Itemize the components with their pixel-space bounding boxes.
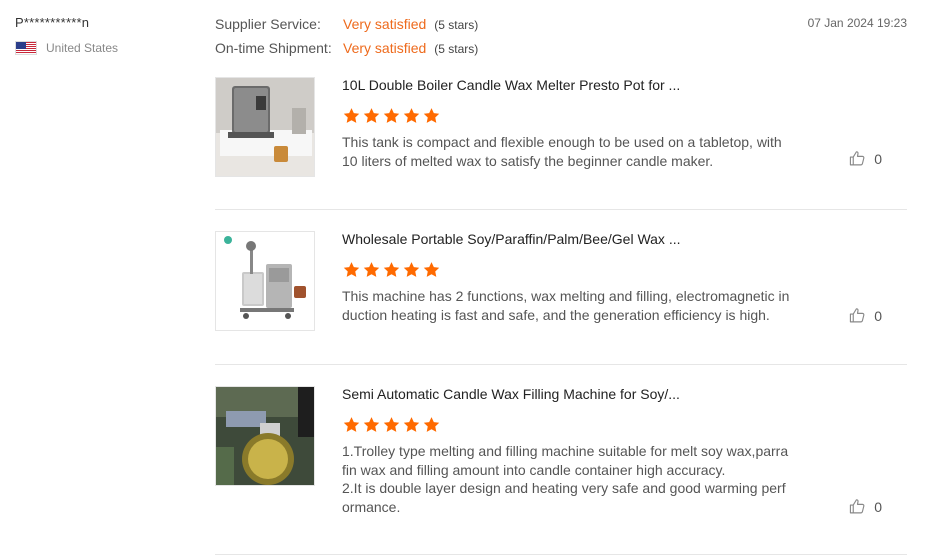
review-date: 07 Jan 2024 19:23	[807, 16, 907, 30]
like-count: 0	[874, 150, 882, 167]
product-star-rating	[342, 261, 442, 279]
review-text: 1.Trolley type melting and filling machi…	[342, 442, 792, 516]
like-button[interactable]: 0	[849, 498, 882, 515]
product-star-rating	[342, 107, 442, 125]
rating-label: On-time Shipment:	[215, 40, 332, 56]
us-flag-icon	[15, 41, 37, 55]
star-icon	[343, 262, 360, 277]
rating-value: Very satisfied	[343, 16, 427, 32]
like-count: 0	[874, 307, 882, 324]
divider	[215, 554, 907, 555]
product-thumbnail[interactable]	[215, 231, 315, 331]
rating-stars-text: (5 stars)	[434, 42, 479, 56]
star-icon	[423, 108, 440, 123]
reviewer-name: P***********n	[15, 15, 90, 30]
star-icon	[343, 108, 360, 123]
star-icon	[363, 262, 380, 277]
star-icon	[403, 262, 420, 277]
product-title[interactable]: Semi Automatic Candle Wax Filling Machin…	[342, 386, 680, 402]
rating-label: Supplier Service:	[215, 16, 321, 32]
like-count: 0	[874, 498, 882, 515]
divider	[215, 364, 907, 365]
rating-stars-text: (5 stars)	[434, 18, 479, 32]
thumbs-up-icon	[850, 499, 865, 514]
review-text-line: 2.It is double layer design and heating …	[342, 480, 786, 515]
review-text: This tank is compact and flexible enough…	[342, 134, 782, 169]
star-icon	[423, 262, 440, 277]
rating-value: Very satisfied	[343, 40, 427, 56]
divider	[215, 209, 907, 210]
review-text: This machine has 2 functions, wax meltin…	[342, 288, 790, 323]
like-button[interactable]: 0	[849, 307, 882, 324]
product-review-item: Semi Automatic Candle Wax Filling Machin…	[215, 386, 907, 526]
star-icon	[403, 108, 420, 123]
star-icon	[383, 108, 400, 123]
thumbs-up-icon	[850, 151, 865, 166]
star-icon	[403, 417, 420, 432]
star-icon	[343, 417, 360, 432]
thumbs-up-icon	[850, 308, 865, 323]
product-review-item: Wholesale Portable Soy/Paraffin/Palm/Bee…	[215, 231, 907, 331]
review-text-line: 1.Trolley type melting and filling machi…	[342, 443, 789, 478]
product-title[interactable]: 10L Double Boiler Candle Wax Melter Pres…	[342, 77, 680, 93]
product-star-rating	[342, 416, 442, 434]
star-icon	[423, 417, 440, 432]
rating-supplier-service: Supplier Service: Very satisfied (5 star…	[215, 16, 478, 40]
star-icon	[383, 262, 400, 277]
star-icon	[363, 417, 380, 432]
product-title[interactable]: Wholesale Portable Soy/Paraffin/Palm/Bee…	[342, 231, 681, 247]
product-thumbnail[interactable]	[215, 77, 315, 177]
like-button[interactable]: 0	[849, 150, 882, 167]
product-thumbnail[interactable]	[215, 386, 315, 486]
rating-ontime-shipment: On-time Shipment: Very satisfied (5 star…	[215, 40, 478, 64]
star-icon	[383, 417, 400, 432]
reviewer-info: P***********n United States	[15, 15, 195, 55]
star-icon	[363, 108, 380, 123]
product-review-item: 10L Double Boiler Candle Wax Melter Pres…	[215, 77, 907, 177]
order-ratings: Supplier Service: Very satisfied (5 star…	[215, 16, 478, 64]
reviewer-country: United States	[15, 41, 195, 55]
country-name: United States	[46, 41, 119, 55]
